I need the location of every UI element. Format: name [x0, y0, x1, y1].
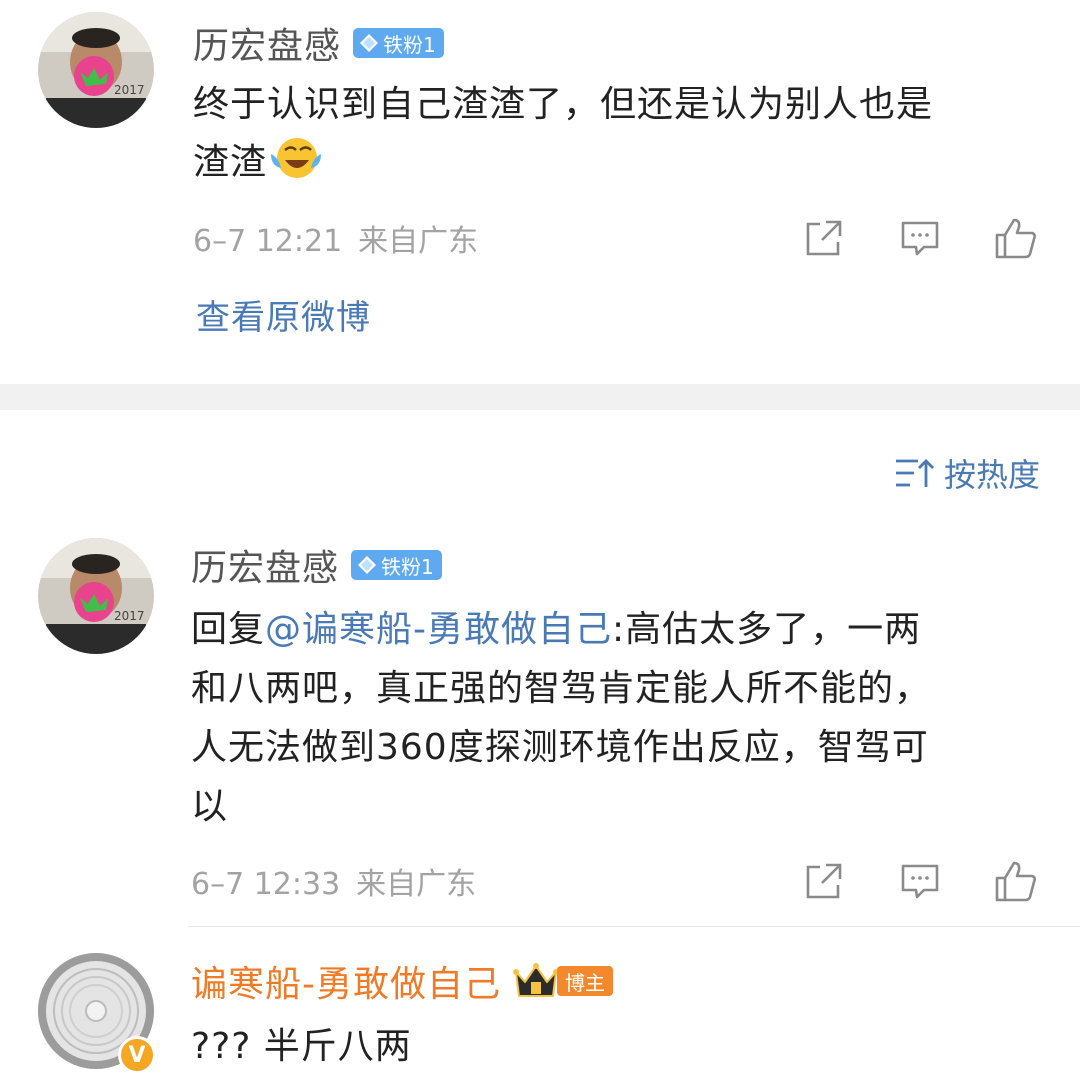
repost-button[interactable]: [800, 857, 848, 905]
verified-badge: V: [118, 1036, 156, 1074]
fan-badge: 铁粉1: [353, 28, 444, 58]
thumbs-up-icon: [995, 861, 1036, 902]
username[interactable]: 谝寒船-勇敢做自己: [191, 955, 501, 1007]
comment-meta: 6–7 12:21 来自广东: [193, 213, 478, 263]
fan-badge: 铁粉1: [351, 550, 442, 580]
like-button[interactable]: [992, 857, 1040, 905]
comment-page: 2017 历宏盘感 铁粉1 终于认识到自己渣渣了，但还是认为别人也是 渣渣 6–…: [0, 0, 1080, 1080]
comment-text: 终于认识到自己渣渣了，但还是认为别人也是 渣渣: [193, 76, 933, 192]
comment-text-line: 终于认识到自己渣渣了，但还是认为别人也是: [193, 84, 934, 125]
laughing-crying-emoji-icon: [271, 138, 322, 178]
crown-icon: [513, 963, 559, 997]
share-icon: [806, 863, 842, 899]
comment-text: 回复@谝寒船-勇敢做自己:高估太多了，一两 和八两吧，真正强的智驾肯定能人所不能…: [191, 600, 931, 836]
reply-button[interactable]: [896, 857, 944, 905]
thumbs-up-icon: [995, 218, 1036, 259]
sort-icon: [895, 459, 934, 487]
comment-icon: [901, 221, 939, 256]
comment-header: 谝寒船-勇敢做自己 博主: [191, 956, 613, 1006]
divider: [188, 926, 1080, 927]
host-badge: 博主: [557, 966, 613, 996]
share-icon: [806, 220, 842, 256]
avatar[interactable]: 2017: [38, 538, 154, 654]
avatar[interactable]: 2017: [38, 12, 154, 128]
repost-button[interactable]: [800, 214, 848, 262]
comment-text-line: 渣渣: [193, 142, 268, 183]
view-original-post-link[interactable]: 查看原微博: [196, 290, 371, 339]
sort-by-hot-button[interactable]: 按热度: [894, 448, 1040, 498]
svg-text:2017: 2017: [114, 83, 145, 97]
section-divider: [0, 384, 1080, 410]
comment-text-line: 和八两吧，真正强的智驾肯定能人所不能的，: [191, 668, 932, 709]
timestamp: 6–7 12:33: [191, 867, 341, 902]
comment-text: ??? 半斤八两: [191, 1026, 412, 1067]
location: 来自广东: [358, 224, 479, 259]
fan-badge-label: 铁粉1: [381, 554, 434, 579]
location: 来自广东: [356, 867, 477, 902]
username[interactable]: 历宏盘感: [191, 539, 339, 591]
comment-header: 历宏盘感 铁粉1: [193, 18, 444, 68]
reply-button[interactable]: [896, 214, 944, 262]
svg-text:2017: 2017: [114, 609, 145, 623]
comment-text-line: 人无法做到360度探测环境作出反应，智驾可: [191, 727, 929, 768]
sort-label: 按热度: [943, 456, 1040, 494]
diamond-icon: [358, 556, 377, 574]
comment-header: 历宏盘感 铁粉1: [191, 540, 442, 590]
fan-badge-label: 铁粉1: [383, 32, 436, 57]
diamond-icon: [360, 34, 379, 52]
comment-text-line: :高估太多了，一两: [612, 609, 922, 650]
reply-prefix: 回复: [191, 609, 266, 650]
like-button[interactable]: [992, 214, 1040, 262]
comment-icon: [901, 864, 939, 899]
comment-meta: 6–7 12:33 来自广东: [191, 856, 476, 906]
timestamp: 6–7 12:21: [193, 224, 343, 259]
comment-text-line: 以: [191, 786, 229, 827]
username[interactable]: 历宏盘感: [193, 17, 341, 69]
mention-link[interactable]: @谝寒船-勇敢做自己: [265, 609, 612, 650]
